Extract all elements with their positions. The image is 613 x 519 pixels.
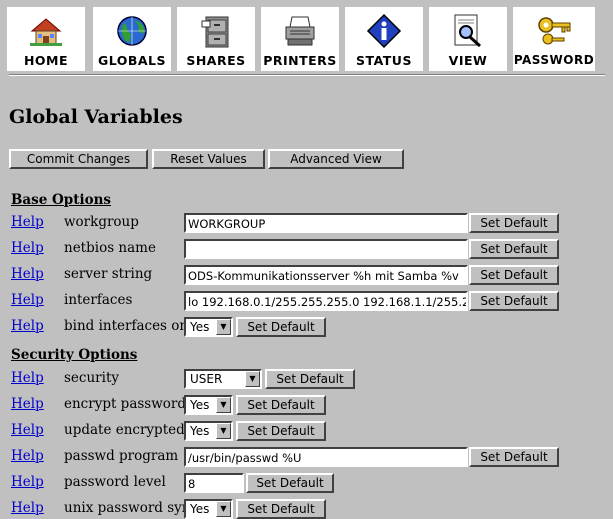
- help-link-interfaces[interactable]: Help: [11, 292, 44, 308]
- help-link-workgroup[interactable]: Help: [11, 214, 44, 230]
- unix-password-sync-value: Yes: [190, 502, 210, 516]
- nav-globals[interactable]: GLOBALS: [93, 7, 171, 71]
- help-link-netbios[interactable]: Help: [11, 240, 44, 256]
- security-label: security: [64, 370, 119, 386]
- security-value: USER: [190, 372, 223, 386]
- nav-globals-label: GLOBALS: [97, 53, 167, 68]
- unix-password-sync-label: unix password sync: [64, 500, 199, 516]
- top-bar: [0, 0, 613, 4]
- divider: [9, 74, 605, 76]
- encrypt-set-default-button[interactable]: Set Default: [236, 395, 326, 415]
- commit-changes-button[interactable]: Commit Changes: [9, 149, 148, 169]
- interfaces-set-default-button[interactable]: Set Default: [469, 291, 559, 311]
- help-link-encrypt[interactable]: Help: [11, 396, 44, 412]
- chevron-down-icon[interactable]: ▼: [216, 501, 231, 517]
- nav-view-label: VIEW: [448, 53, 488, 68]
- update-encrypted-select[interactable]: Yes ▼: [184, 421, 233, 441]
- home-icon: [30, 18, 62, 46]
- help-link-passwd-program[interactable]: Help: [11, 448, 44, 464]
- reset-values-button[interactable]: Reset Values: [152, 149, 265, 169]
- nav-printers[interactable]: PRINTERS: [261, 7, 339, 71]
- nav-shares-label: SHARES: [186, 53, 246, 68]
- bind-interfaces-only-label: bind interfaces only: [64, 318, 201, 334]
- bind-interfaces-only-value: Yes: [190, 320, 210, 334]
- chevron-down-icon[interactable]: ▼: [216, 423, 231, 439]
- help-link-bind-interfaces[interactable]: Help: [11, 318, 44, 334]
- netbios-name-input[interactable]: [184, 239, 468, 259]
- bind-interfaces-only-select[interactable]: Yes ▼: [184, 317, 233, 337]
- help-link-security[interactable]: Help: [11, 370, 44, 386]
- nav-shares[interactable]: SHARES: [177, 7, 255, 71]
- update-encrypted-label: update encrypted: [64, 422, 185, 438]
- security-set-default-button[interactable]: Set Default: [265, 369, 355, 389]
- help-link-unix-sync[interactable]: Help: [11, 500, 44, 516]
- advanced-view-button[interactable]: Advanced View: [268, 149, 404, 169]
- interfaces-input[interactable]: lo 192.168.0.1/255.255.255.0 192.168.1.1…: [184, 291, 468, 311]
- chevron-down-icon[interactable]: ▼: [245, 371, 260, 387]
- password-level-set-default-button[interactable]: Set Default: [246, 473, 334, 493]
- unix-password-sync-select[interactable]: Yes ▼: [184, 499, 233, 519]
- help-link-update-encrypted[interactable]: Help: [11, 422, 44, 438]
- nav-status[interactable]: STATUS: [345, 7, 423, 71]
- netbios-set-default-button[interactable]: Set Default: [469, 239, 559, 259]
- security-select[interactable]: USER ▼: [184, 369, 262, 389]
- nav-status-label: STATUS: [356, 53, 412, 68]
- chevron-down-icon[interactable]: ▼: [216, 397, 231, 413]
- help-link-server-string[interactable]: Help: [11, 266, 44, 282]
- nav-password-label: PASSWORD: [513, 53, 595, 67]
- nav-bar: HOME GLOBALS SHARES PRINTERS STATUS VIEW…: [7, 7, 607, 71]
- nav-view[interactable]: VIEW: [429, 7, 507, 71]
- server-string-set-default-button[interactable]: Set Default: [469, 265, 559, 285]
- passwd-program-set-default-button[interactable]: Set Default: [469, 447, 559, 467]
- nav-password[interactable]: PASSWORD: [513, 7, 595, 71]
- update-encrypted-value: Yes: [190, 424, 210, 438]
- server-string-label: server string: [64, 266, 153, 282]
- page-title: Global Variables: [9, 106, 183, 128]
- password-level-input[interactable]: 8: [184, 473, 244, 493]
- printer-icon: [285, 16, 315, 46]
- file-cabinet-icon: [201, 16, 229, 48]
- netbios-name-label: netbios name: [64, 240, 156, 256]
- info-icon: [366, 13, 402, 49]
- workgroup-input[interactable]: WORKGROUP: [184, 213, 468, 233]
- globe-icon: [117, 16, 147, 46]
- encrypt-passwords-select[interactable]: Yes ▼: [184, 395, 233, 415]
- help-link-password-level[interactable]: Help: [11, 474, 44, 490]
- bind-interfaces-set-default-button[interactable]: Set Default: [236, 317, 326, 337]
- base-options-heading: Base Options: [11, 192, 112, 208]
- security-options-heading: Security Options: [11, 347, 138, 363]
- chevron-down-icon[interactable]: ▼: [216, 319, 231, 335]
- nav-home[interactable]: HOME: [7, 7, 85, 71]
- passwd-program-label: passwd program: [64, 448, 179, 464]
- workgroup-set-default-button[interactable]: Set Default: [469, 213, 559, 233]
- workgroup-label: workgroup: [64, 214, 139, 230]
- magnifier-icon: [454, 14, 482, 48]
- update-encrypted-set-default-button[interactable]: Set Default: [236, 421, 326, 441]
- encrypt-passwords-value: Yes: [190, 398, 210, 412]
- interfaces-label: interfaces: [64, 292, 133, 308]
- nav-home-label: HOME: [23, 53, 69, 68]
- password-level-label: password level: [64, 474, 166, 490]
- passwd-program-input[interactable]: /usr/bin/passwd %U: [184, 447, 468, 467]
- nav-printers-label: PRINTERS: [263, 53, 337, 68]
- server-string-input[interactable]: ODS-Kommunikationsserver %h mit Samba %v: [184, 265, 468, 285]
- encrypt-passwords-label: encrypt passwords: [64, 396, 193, 412]
- key-icon: [538, 17, 571, 45]
- unix-sync-set-default-button[interactable]: Set Default: [236, 499, 326, 519]
